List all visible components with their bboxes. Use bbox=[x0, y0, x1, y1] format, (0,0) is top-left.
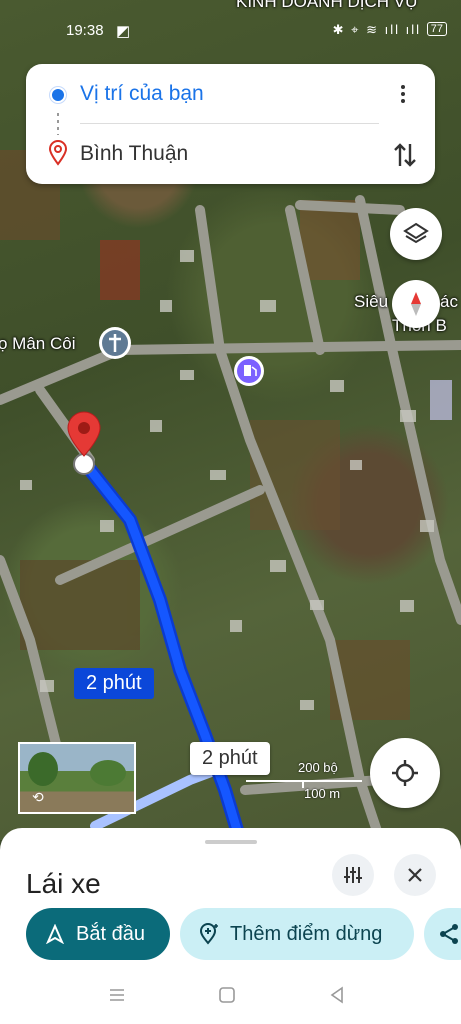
route-options-button[interactable] bbox=[332, 854, 374, 896]
divider bbox=[80, 123, 379, 124]
share-icon bbox=[440, 924, 458, 944]
close-icon bbox=[408, 868, 422, 882]
map-label-shop[interactable]: Siêu bbox=[354, 292, 388, 312]
add-location-icon bbox=[199, 923, 218, 945]
system-nav-bar bbox=[0, 978, 461, 1018]
destination-row[interactable]: Bình Thuận bbox=[26, 132, 435, 176]
drag-handle[interactable] bbox=[205, 840, 257, 844]
scale-bar bbox=[246, 780, 362, 782]
map-label-shop-suffix: ác bbox=[440, 292, 458, 311]
compass-icon bbox=[411, 292, 421, 316]
close-button[interactable] bbox=[394, 854, 436, 896]
your-location-icon bbox=[52, 89, 64, 101]
destination-pin-outline-icon bbox=[48, 140, 68, 166]
app-notification-icon: ◩ bbox=[116, 23, 131, 40]
origin-field[interactable]: Vị trí của bạn bbox=[80, 82, 204, 106]
scale-feet: 200 bộ bbox=[298, 760, 338, 775]
directions-card: Vị trí của bạn Bình Thuận bbox=[26, 64, 435, 184]
navigation-arrow-icon bbox=[46, 924, 64, 944]
clock: 19:38 bbox=[66, 22, 104, 39]
crosshair-icon bbox=[392, 760, 418, 786]
back-icon[interactable] bbox=[328, 986, 346, 1004]
start-label: Bắt đầu bbox=[76, 922, 145, 945]
primary-route-time[interactable]: 2 phút bbox=[74, 668, 154, 699]
scale-meters: 100 m bbox=[304, 786, 341, 801]
travel-mode-title: Lái xe bbox=[26, 868, 101, 899]
status-bar: 19:38 ◩ ✱ ⌖ ≋ ıll ıll 77 bbox=[0, 16, 461, 46]
recent-apps-icon[interactable] bbox=[108, 986, 126, 1004]
map-label-church[interactable]: ọ Mân Côi bbox=[0, 334, 75, 354]
bottom-sheet: Lái xe Bắt đầu Thêm điểm dừng bbox=[0, 828, 461, 1024]
start-navigation-button[interactable]: Bắt đầu bbox=[26, 908, 170, 960]
church-icon bbox=[99, 327, 131, 359]
destination-pin-icon bbox=[67, 411, 101, 457]
more-options-icon[interactable] bbox=[393, 82, 413, 106]
status-icons: ✱ ⌖ ≋ ıll ıll bbox=[332, 22, 421, 37]
share-button[interactable] bbox=[424, 908, 461, 960]
map-label-business: KINH DOANH DỊCH VỤ bbox=[236, 0, 418, 11]
street-view-rotate-icon: ⟲ bbox=[32, 789, 44, 805]
home-icon[interactable] bbox=[218, 986, 236, 1004]
tune-icon bbox=[344, 867, 362, 883]
layers-icon bbox=[403, 222, 429, 244]
my-location-button[interactable] bbox=[370, 738, 440, 808]
add-stop-label: Thêm điểm dừng bbox=[230, 922, 383, 945]
map-scale: 200 bộ 100 m bbox=[246, 760, 362, 801]
layers-button[interactable] bbox=[390, 208, 442, 260]
swap-icon[interactable] bbox=[391, 140, 419, 170]
gas-station-icon bbox=[234, 356, 264, 386]
origin-row[interactable]: Vị trí của bạn bbox=[26, 72, 435, 116]
add-stop-button[interactable]: Thêm điểm dừng bbox=[180, 908, 414, 960]
destination-field[interactable]: Bình Thuận bbox=[80, 142, 188, 166]
street-view-thumbnail[interactable]: ⟲ bbox=[18, 742, 136, 814]
battery-level: 77 bbox=[426, 22, 447, 36]
compass-button[interactable] bbox=[392, 280, 440, 328]
start-point-icon bbox=[73, 453, 95, 475]
